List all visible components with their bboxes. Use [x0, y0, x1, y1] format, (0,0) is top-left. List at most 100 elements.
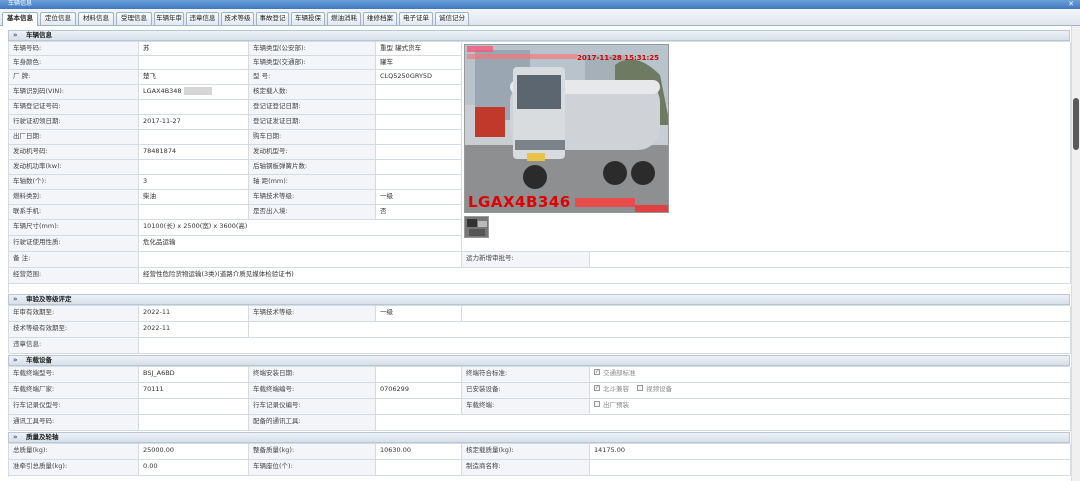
license-date-value: 2017-11-27 — [139, 115, 249, 130]
grade-valid-value: 2022-11 — [139, 322, 249, 338]
field-label: 行驶证初领日期: — [9, 115, 139, 130]
reg-cert-value — [139, 100, 249, 115]
field-label: 终端符合标准: — [462, 367, 590, 383]
total-mass-value: 25000.00 — [139, 444, 249, 460]
collapse-chevron-icon[interactable]: » — [13, 295, 18, 304]
axles-value: 3 — [139, 175, 249, 190]
photo-thumbnail[interactable] — [464, 216, 489, 238]
field-label: 车载终端厂家: — [9, 383, 139, 399]
recorder-value — [139, 399, 249, 415]
field-label: 车辆识别码(VIN): — [9, 85, 139, 100]
section-mass-header[interactable]: » 质量及轮轴 — [8, 432, 1070, 443]
tab-e-cert[interactable]: 电子证单 — [399, 12, 433, 25]
field-label: 车身颜色: — [9, 56, 139, 70]
field-label: 车轴数(个): — [9, 175, 139, 190]
field-label: 登记证发证日期: — [249, 115, 376, 130]
grade-value: 一级 — [376, 306, 462, 322]
field-label: 车辆类型(公安部): — [249, 42, 376, 56]
field-label: 总质量(kg): — [9, 444, 139, 460]
permit-value — [590, 252, 1071, 268]
vehicle-photo[interactable]: 2017-11-28 15:31:25 LGAX4B346 — [464, 44, 669, 213]
tab-insurance[interactable]: 车辆投保 — [291, 12, 325, 25]
annual-value: 2022-11 — [139, 306, 249, 322]
field-label: 准牵引总质量(kg): — [9, 460, 139, 476]
field-label: 发动机号码: — [9, 145, 139, 160]
empty-cell — [462, 306, 1071, 322]
fuel-value: 柴油 — [139, 190, 249, 205]
video-checkbox[interactable] — [637, 385, 644, 391]
field-label: 运力新增审批号: — [462, 252, 590, 268]
tab-bar: 基本信息 定位信息 材料信息 受理信息 车辆年审 违章信息 技术等级 事故登记 … — [0, 9, 1080, 26]
tab-tech-grade[interactable]: 技术等级 — [221, 12, 254, 25]
section-equipment-header[interactable]: » 车载设备 — [8, 355, 1070, 366]
violation-value — [139, 338, 1071, 354]
seats-value — [376, 85, 462, 100]
plate-value: 苏 — [139, 42, 249, 56]
field-label: 车辆登记证号码: — [9, 100, 139, 115]
field-label: 发动机型号: — [249, 145, 376, 160]
field-label: 行车记录仪型号: — [9, 399, 139, 415]
tab-annual-review[interactable]: 车辆年审 — [154, 12, 184, 25]
mass-grid: 总质量(kg): 25000.00 整备质量(kg): 10630.00 核定载… — [8, 443, 1071, 477]
field-label: 车辆技术等级: — [249, 190, 376, 205]
collapse-chevron-icon[interactable]: » — [13, 433, 18, 442]
entered-value: 否 — [376, 205, 462, 220]
section-title: 审验及等级评定 — [26, 295, 72, 303]
main-content: » 车辆信息 车辆号码: 苏 车辆类型(公安部): 重型 罐式货车 车身颜色: … — [8, 28, 1071, 481]
field-label: 整备质量(kg): — [249, 444, 376, 460]
wheelbase-value — [376, 175, 462, 190]
section-vehicle-header[interactable]: » 车辆信息 — [8, 30, 1070, 41]
field-label: 后轴钢板弹簧片数: — [249, 160, 376, 175]
recorder-no-value — [376, 399, 462, 415]
usage-value: 危化品运输 — [139, 236, 462, 252]
tab-repair[interactable]: 维修档案 — [363, 12, 397, 25]
tab-accident-reg[interactable]: 事故登记 — [256, 12, 289, 25]
field-label: 车辆类型(交通部): — [249, 56, 376, 70]
close-icon[interactable]: ✕ — [1068, 0, 1074, 8]
field-label: 联系手机: — [9, 205, 139, 220]
tab-credit[interactable]: 诚信记分 — [435, 12, 469, 25]
field-label: 配备的通讯工具: — [249, 415, 376, 431]
preinstalled-checkbox[interactable] — [594, 401, 600, 407]
photo-caption-top — [467, 46, 577, 61]
standard-checkbox[interactable]: ✓ — [594, 369, 600, 375]
field-label: 车辆座位(个): — [249, 460, 376, 476]
brand-value: 楚飞 — [139, 70, 249, 85]
field-label: 通讯工具号码: — [9, 415, 139, 431]
power-value — [139, 160, 249, 175]
empty-cell — [249, 322, 1071, 338]
field-label: 技术等级有效期至: — [9, 322, 139, 338]
window-title: 车辆信息 — [8, 0, 33, 7]
comm-tool-value — [376, 415, 1071, 431]
tech-grade-value: 一级 — [376, 190, 462, 205]
field-label: 车辆尺寸(mm): — [9, 220, 139, 236]
phone-value — [139, 205, 249, 220]
field-label: 终端安装日期: — [249, 367, 376, 383]
collapse-chevron-icon[interactable]: » — [13, 356, 18, 365]
field-label: 车辆号码: — [9, 42, 139, 56]
reg-date-value — [376, 115, 462, 130]
field-label: 车载终端型号: — [9, 367, 139, 383]
tab-fuel[interactable]: 燃油消耗 — [327, 12, 361, 25]
tab-material-info[interactable]: 材料信息 — [78, 12, 114, 25]
vertical-scrollbar[interactable] — [1071, 26, 1080, 481]
field-label: 车辆技术等级: — [249, 306, 376, 322]
collapse-chevron-icon[interactable]: » — [13, 31, 18, 40]
tab-location-info[interactable]: 定位信息 — [40, 12, 76, 25]
tab-basic-info[interactable]: 基本信息 — [2, 12, 38, 26]
beidou-checkbox[interactable]: ✓ — [594, 385, 600, 391]
section-inspection-header[interactable]: » 审验及等级评定 — [8, 294, 1070, 305]
field-label: 车载终端编号: — [249, 383, 376, 399]
tab-acceptance-info[interactable]: 受理信息 — [116, 12, 152, 25]
field-label: 购车日期: — [249, 130, 376, 145]
field-label: 核定载质量(kg): — [462, 444, 590, 460]
scrollbar-thumb[interactable] — [1073, 98, 1079, 150]
terminal-id-value: 0706299 — [376, 383, 462, 399]
field-label: 制造商名称: — [462, 460, 590, 476]
remark-value — [139, 252, 462, 268]
tab-violation-info[interactable]: 违章信息 — [186, 12, 219, 25]
section-title: 车载设备 — [26, 356, 52, 364]
field-label: 燃料类别: — [9, 190, 139, 205]
field-label: 备 注: — [9, 252, 139, 268]
spring-value — [376, 160, 462, 175]
